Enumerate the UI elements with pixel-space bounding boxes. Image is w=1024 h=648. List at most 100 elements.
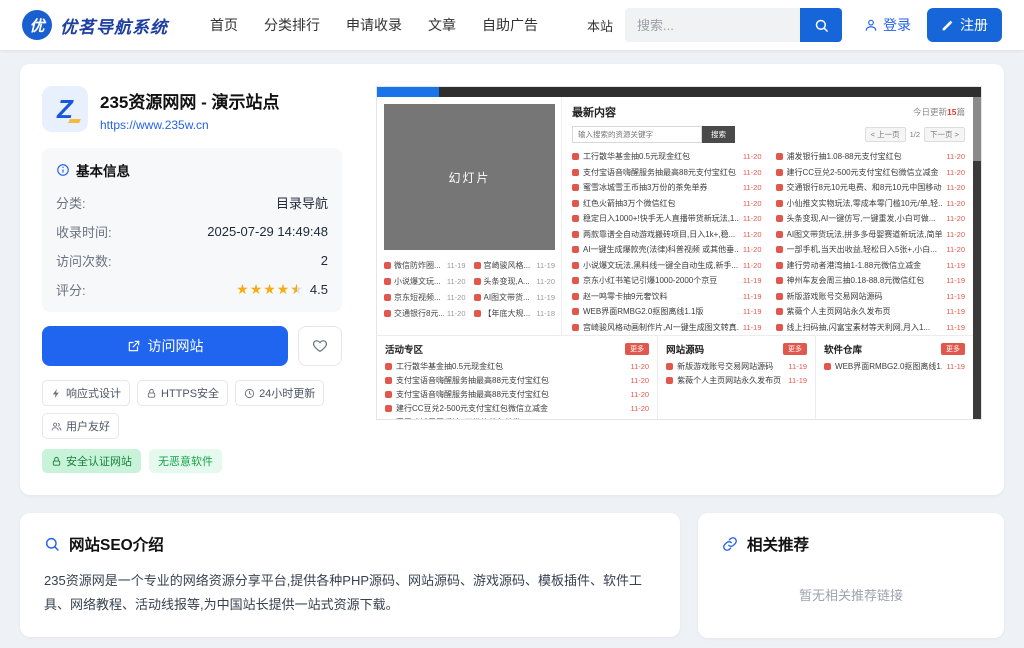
section-header: 网站源码 更多 [666,342,807,356]
pager-prev-button: < 上一页 [865,127,906,142]
list-bullet-icon [385,363,392,370]
rating-value: 4.5 [310,282,328,297]
list-item: 神州车友会周三抽0.18-88.8元微信红包 11-19 [776,273,966,289]
bottom-grid: 网站SEO介绍 235资源网是一个专业的网络资源分享平台,提供各种PHP源码、网… [20,513,1004,648]
list-item: 工行散华基金抽0.5元现金红包 11-20 [572,149,762,165]
preview-left-column: 幻灯片 微信防炸圈... 11-19 [377,97,561,335]
bottom-left-column: 网站SEO介绍 235资源网是一个专业的网络资源分享平台,提供各种PHP源码、网… [20,513,680,648]
tag-updated: 24小时更新 [235,380,324,406]
mini-list-item: 京东短视频... 11-20 [384,292,466,303]
search-button[interactable] [800,8,842,42]
preview-sections: 活动专区 更多 工行散华基金抽0.5元现金红包 11-20 [377,335,973,420]
list-item: 支付宝语音嗨醒服务抽最高88元支付宝红包 11-20 [572,165,762,181]
info-icon [56,163,70,177]
section-software: 软件仓库 更多 WEB界面RMBG2.0抠图离线1.1版 11-19 [815,336,973,420]
brand[interactable]: 优 优茗导航系统 [22,10,168,40]
register-button[interactable]: 注册 [927,8,1002,42]
nav-right: 本站 登录 注册 [587,8,1002,42]
site-info-panel: Z 235资源网网 - 演示站点 https://www.235w.cn 基本信… [42,86,342,473]
nav-links: 首页 分类排行 申请收录 文章 自助广告 [210,15,538,35]
nav-link[interactable]: 自助广告 [482,15,538,35]
nav-link[interactable]: 文章 [428,15,456,35]
related-empty-text: 暂无相关推荐链接 [722,555,980,618]
visit-site-button[interactable]: 访问网站 [42,326,288,366]
mini-list-row: 京东短视频... 11-20 AI图文带货... 11-19 [384,289,555,305]
website-screenshot-preview[interactable]: 幻灯片 微信防炸圈... 11-19 [376,86,982,420]
basic-info-box: 基本信息 分类: 目录导航 收录时间: 2025-07-29 14:49:48 [42,148,342,312]
list-bullet-icon [385,405,392,412]
tag-https: HTTPS安全 [137,380,228,406]
pager-page-indicator: 1/2 [910,130,920,139]
brand-logo-icon: 优 [22,10,52,40]
rating-label: 评分: [56,280,86,299]
list-bullet-icon [572,184,579,191]
nav-link[interactable]: 申请收录 [346,15,402,35]
external-link-icon [127,339,141,353]
login-link[interactable]: 登录 [864,15,911,35]
list-bullet-icon [572,169,579,176]
info-row: 分类: 目录导航 [56,188,328,217]
list-bullet-icon [666,377,673,384]
search-icon [44,536,60,552]
list-item: 线上扫码抽,闪富宝素材等天利网,月入1... 11-19 [776,320,966,336]
section-header: 软件仓库 更多 [824,342,965,356]
list-item: WEB界面RMBG2.0抠图离线1.1版 11-19 [572,304,762,320]
users-icon [51,421,62,432]
list-item: 小说爆文玩法,黑料线一键全自动生成,新手... 11-20 [572,258,762,274]
list-item: 稳定日入1000+!快手无人直播带货新玩法,1... 11-20 [572,211,762,227]
search-input[interactable] [625,8,800,42]
today-update-count: 今日更新15篇 [913,106,965,118]
mini-list-item: 头条变现,A... 11-20 [474,276,556,287]
preview-search-input [572,126,702,143]
preview-latest-panel: 最新内容 今日更新15篇 搜索 < 上一页 1/2 下一页 > [561,97,973,335]
no-malware-badge: 无恶意软件 [149,449,222,473]
page-content: Z 235资源网网 - 演示站点 https://www.235w.cn 基本信… [0,50,1024,648]
pencil-icon [941,19,954,32]
search-icon [814,18,829,33]
section-source-code: 网站源码 更多 新版游戏账号交易网站源码 11-19 [657,336,815,420]
section-list: WEB界面RMBG2.0抠图离线1.1版 11-19 [824,359,965,373]
section-header: 活动专区 更多 [385,342,649,356]
latest-title: 最新内容 [572,104,616,120]
search-scope-select[interactable]: 本站 [587,16,613,35]
feature-tags: 响应式设计 HTTPS安全 24小时更新 用户友好 [42,380,342,439]
page-title: 235资源网网 - 演示站点 [100,88,279,113]
list-item: 工行散华基金抽0.5元现金红包 11-20 [385,359,649,373]
rating-row: 评分: ★★★★★★ 4.5 [56,275,328,304]
site-header: Z 235资源网网 - 演示站点 https://www.235w.cn [42,86,342,132]
list-item: 两款靠谱全自动游戏搬砖项目,日入1k+,稳... 11-20 [572,227,762,243]
seo-intro-text: 235资源网是一个专业的网络资源分享平台,提供各种PHP源码、网站源码、游戏源码… [44,569,656,617]
latest-header: 最新内容 今日更新15篇 [572,104,965,120]
list-item: 紫薇个人主页网站永久发布页 11-19 [666,373,807,387]
list-bullet-icon [385,377,392,384]
latest-list-left: 工行散华基金抽0.5元现金红包 11-20 支付宝语音嗨醒服务抽最高88元支付宝… [572,149,762,335]
list-bullet-icon [776,293,783,300]
list-bullet-icon [824,363,831,370]
latest-list-right: 浦发银行抽1.08-88元支付宝红包 11-20 建行CC豆兑2-500元支付宝… [776,149,966,335]
list-bullet-icon [572,262,579,269]
list-bullet-icon [776,215,783,222]
list-item: 建行CC豆兑2-500元支付宝红包微信立减金 11-20 [385,401,649,415]
list-item: 新版游戏账号交易网站源码 11-19 [776,289,966,305]
preview-pager: < 上一页 1/2 下一页 > [865,127,965,142]
list-item: 支付宝语音嗨醒服务抽最高88元支付宝红包 11-20 [385,373,649,387]
site-detail-card: Z 235资源网网 - 演示站点 https://www.235w.cn 基本信… [20,64,1004,495]
clock-icon [244,388,255,399]
nav-link[interactable]: 分类排行 [264,15,320,35]
nav-link[interactable]: 首页 [210,15,238,35]
list-item: 头条变现,AI一键仿写,一键重发,小白可做... 11-20 [776,211,966,227]
site-url-link[interactable]: https://www.235w.cn [100,118,279,132]
list-bullet-icon [776,246,783,253]
list-bullet-icon [572,293,579,300]
favorite-button[interactable] [298,326,342,366]
action-row: 访问网站 [42,326,342,366]
shield-lock-icon [51,456,62,467]
brand-name: 优茗导航系统 [60,13,168,38]
list-item: AI一键生成爆款壳(法律)科普视频 或其他垂... 11-20 [572,242,762,258]
list-bullet-icon [474,294,481,301]
list-bullet-icon [776,153,783,160]
related-links-title: 相关推荐 [722,533,980,555]
preview-topbar [377,87,981,97]
preview-body: 幻灯片 微信防炸圈... 11-19 [377,97,973,335]
section-list: 工行散华基金抽0.5元现金红包 11-20 支付宝语音嗨醒服务抽最高88元支付宝… [385,359,649,420]
